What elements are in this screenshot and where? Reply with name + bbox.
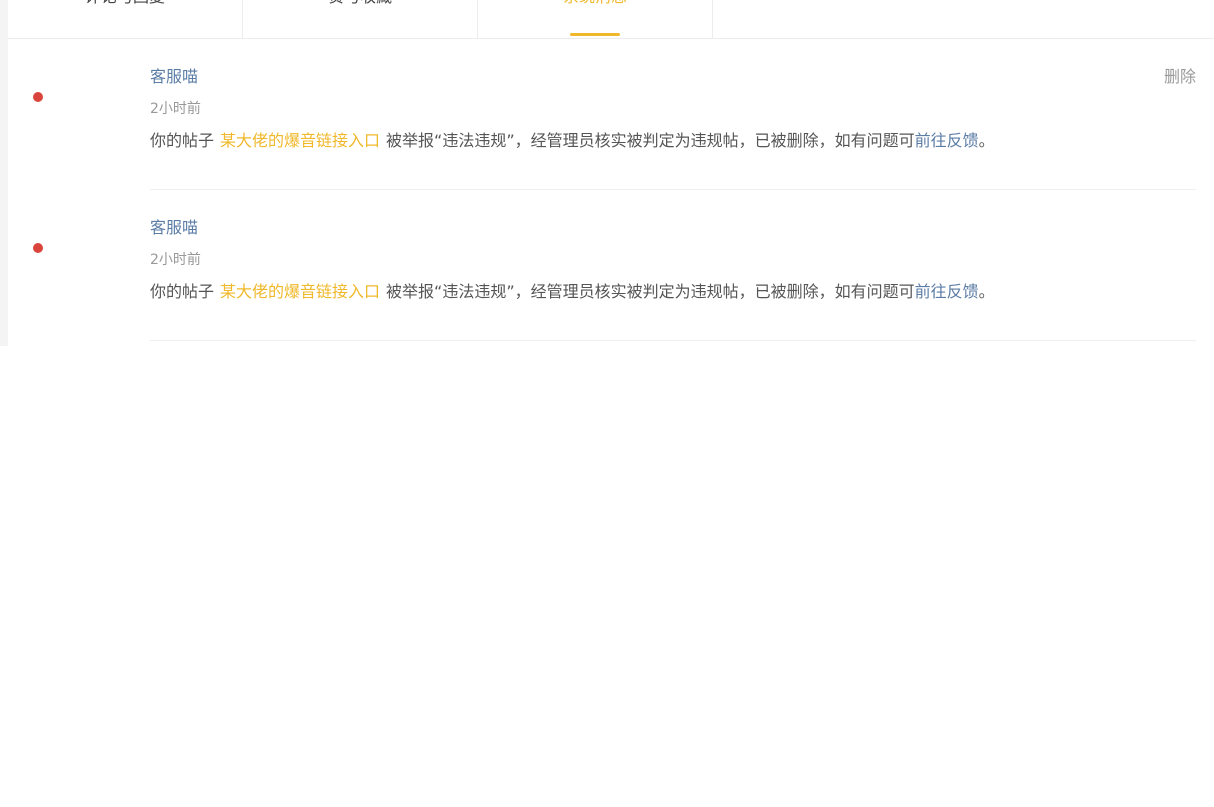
unread-dot-icon xyxy=(33,92,43,102)
active-tab-indicator xyxy=(570,33,620,36)
message-item: 客服喵 2小时前 你的帖子 某大佬的爆音链接入口 被举报“违法违规”，经管理员核实被… xyxy=(0,190,1214,341)
tab-likes-favorites[interactable]: 赞与收藏 xyxy=(243,0,478,38)
sender-name[interactable]: 客服喵 xyxy=(150,66,198,88)
tab-label: 评论与回复 xyxy=(8,0,242,8)
message-content: 你的帖子 某大佬的爆音链接入口 被举报“违法违规”，经管理员核实被判定为违规帖，已被… xyxy=(150,281,995,303)
message-divider xyxy=(150,340,1196,341)
message-suffix: 。 xyxy=(978,131,995,150)
delete-button[interactable]: 删除 xyxy=(1164,66,1196,88)
message-prefix: 你的帖子 xyxy=(150,282,215,301)
tab-bar: 评论与回复 赞与收藏 系统消息 xyxy=(8,0,1214,39)
message-time: 2小时前 xyxy=(150,252,201,268)
tab-label: 系统消息 xyxy=(478,0,712,8)
feedback-link[interactable]: 前往反馈 xyxy=(915,131,979,150)
unread-dot-icon xyxy=(33,243,43,253)
tab-comments-replies[interactable]: 评论与回复 xyxy=(8,0,243,38)
sender-name[interactable]: 客服喵 xyxy=(150,217,198,239)
post-title-link[interactable]: 某大佬的爆音链接入口 xyxy=(220,131,380,150)
notification-page: 评论与回复 赞与收藏 系统消息 客服喵 删除 2小时前 你的帖子某大佬的爆音链接… xyxy=(0,0,1214,807)
message-body: 被举报“违法违规”，经管理员核实被判定为违规帖，已被删除，如有问题可 xyxy=(386,131,915,150)
message-item: 客服喵 删除 2小时前 你的帖子 某大佬的爆音链接入口 被举报“违法违规”，经管理员… xyxy=(0,39,1214,190)
message-body: 被举报“违法违规”，经管理员核实被判定为违规帖，已被删除，如有问题可 xyxy=(386,282,915,301)
message-content: 你的帖子 某大佬的爆音链接入口 被举报“违法违规”，经管理员核实被判定为违规帖，已被… xyxy=(150,130,995,152)
message-prefix: 你的帖子 xyxy=(150,131,215,150)
message-time: 2小时前 xyxy=(150,101,201,117)
tab-system-messages[interactable]: 系统消息 xyxy=(478,0,713,38)
message-suffix: 。 xyxy=(978,282,995,301)
tab-label: 赞与收藏 xyxy=(243,0,477,8)
post-title-link[interactable]: 某大佬的爆音链接入口 xyxy=(220,282,380,301)
feedback-link[interactable]: 前往反馈 xyxy=(915,282,979,301)
